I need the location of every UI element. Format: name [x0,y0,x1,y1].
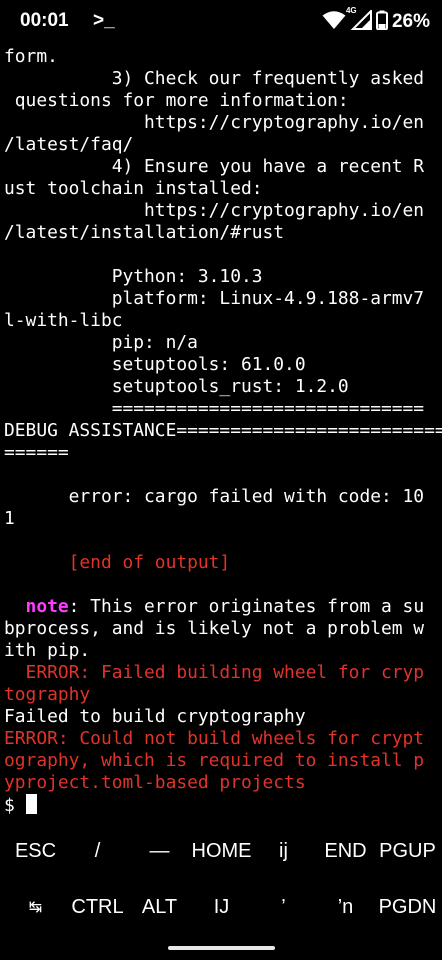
key-alt[interactable]: ALT [128,880,191,934]
terminal-text: setuptools_rust: 1.2.0 [4,376,349,397]
terminal-text: ============================= [4,398,425,419]
terminal-line: ography, which is required to install p [4,750,440,772]
prompt-line[interactable]: $ [4,794,440,816]
terminal-text: pip: n/a [4,332,198,353]
terminal-text: https://cryptography.io/en [4,200,425,221]
terminal-line: Python: 3.10.3 [4,266,440,288]
note-label: note [25,596,69,617]
terminal-line: 3) Check our frequently asked [4,68,440,90]
key-apostrophe-n[interactable]: ’n [314,880,377,934]
key-apostrophe[interactable]: ’ [252,880,315,934]
terminal-text: /latest/installation/#rust [4,222,285,243]
terminal-text: : This error originates from a su [68,596,425,617]
terminal-line: form. [4,46,440,68]
terminal-text: l-with-libc [4,310,123,331]
terminal-text: ography, which is required to install p [4,750,425,771]
battery-icon [375,10,388,35]
key-home[interactable]: HOME [190,824,253,878]
key-ij[interactable]: ij [252,824,315,878]
terminal-line: ERROR: Could not build wheels for crypt [4,728,440,750]
terminal-line: DEBUG ASSISTANCE========================… [4,420,442,442]
terminal-line: setuptools_rust: 1.2.0 [4,376,440,398]
text-cursor [25,794,37,814]
terminal-line: tography [4,684,440,706]
terminal-text: ERROR: Failed building wheel for cryp [4,662,425,683]
terminal-text: DEBUG ASSISTANCE========================… [4,420,442,441]
wifi-icon [322,10,346,35]
terminal-line: /latest/faq/ [4,134,440,156]
terminal-notification-icon: >_ [93,10,115,31]
terminal-text: error: cargo failed with code: 10 [4,486,425,507]
terminal-text: Python: 3.10.3 [4,266,263,287]
battery-percentage: 26% [391,11,430,32]
terminal-line: ====== [4,442,440,464]
terminal-text: setuptools: 61.0.0 [4,354,306,375]
home-gesture-pill[interactable] [168,946,275,950]
key-esc[interactable]: ESC [4,824,67,878]
terminal-text: questions for more information: [4,90,349,111]
terminal-line: 4) Ensure you have a recent R [4,156,440,178]
terminal-text: yproject.toml-based projects [4,772,306,793]
terminal-line: l-with-libc [4,310,440,332]
terminal-line: yproject.toml-based projects [4,772,440,794]
cell-signal-icon: 4G [346,6,372,35]
terminal-line: ERROR: Failed building wheel for cryp [4,662,440,684]
terminal-line: error: cargo failed with code: 10 [4,486,440,508]
terminal-text: ====== [4,442,69,463]
terminal-line: note: This error originates from a su [4,596,440,618]
network-type-label: 4G [345,5,357,15]
terminal-line: platform: Linux-4.9.188-armv7 [4,288,440,310]
terminal-text: platform: Linux-4.9.188-armv7 [4,288,425,309]
terminal-text: [end of output] [4,552,231,573]
key-ctrl[interactable]: CTRL [66,880,129,934]
terminal-line: 1 [4,508,440,530]
key-pgup[interactable]: PGUP [376,824,439,878]
key-pgdn[interactable]: PGDN [376,880,439,934]
status-bar: 00:01 >_ 4G 26% [0,0,442,44]
terminal-line: questions for more information: [4,90,440,112]
terminal-line: pip: n/a [4,332,440,354]
key-slash[interactable]: / [66,824,129,878]
terminal-text: https://cryptography.io/en [4,112,425,133]
terminal-text: 1 [4,508,15,529]
terminal-output[interactable]: form. 3) Check our frequently asked ques… [4,46,442,816]
terminal-text: ith pip. [4,640,91,661]
navigation-bar [0,936,442,960]
terminal-text: /latest/faq/ [4,134,134,155]
terminal-line: [end of output] [4,552,440,574]
key-end[interactable]: END [314,824,377,878]
status-icons: 4G 26% [322,6,430,35]
key-dash[interactable]: — [128,824,191,878]
terminal-line: /latest/installation/#rust [4,222,440,244]
terminal-line: https://cryptography.io/en [4,112,440,134]
terminal-line: bprocess, and is likely not a problem w [4,618,440,640]
terminal-line: Failed to build cryptography [4,706,440,728]
terminal-text: form. [4,46,58,67]
extra-keys-bar: ESC / — HOME ij END PGUP ↹ CTRL ALT IJ ’… [0,824,442,936]
terminal-text: Failed to build cryptography [4,706,306,727]
terminal-text: tography [4,684,91,705]
status-time: 00:01 [20,10,69,31]
key-tab[interactable]: ↹ [4,880,67,934]
shell-prompt: $ [4,795,26,816]
terminal-line: setuptools: 61.0.0 [4,354,440,376]
terminal-text: 3) Check our frequently asked [4,68,425,89]
terminal-line: https://cryptography.io/en [4,200,440,222]
terminal-line: ust toolchain installed: [4,178,440,200]
terminal-text: bprocess, and is likely not a problem w [4,618,425,639]
terminal-line: ============================= [4,398,440,420]
terminal-line: ith pip. [4,640,440,662]
terminal-text: ust toolchain installed: [4,178,263,199]
terminal-text: ERROR: Could not build wheels for crypt [4,728,425,749]
terminal-text: 4) Ensure you have a recent R [4,156,425,177]
key-IJ[interactable]: IJ [190,880,253,934]
